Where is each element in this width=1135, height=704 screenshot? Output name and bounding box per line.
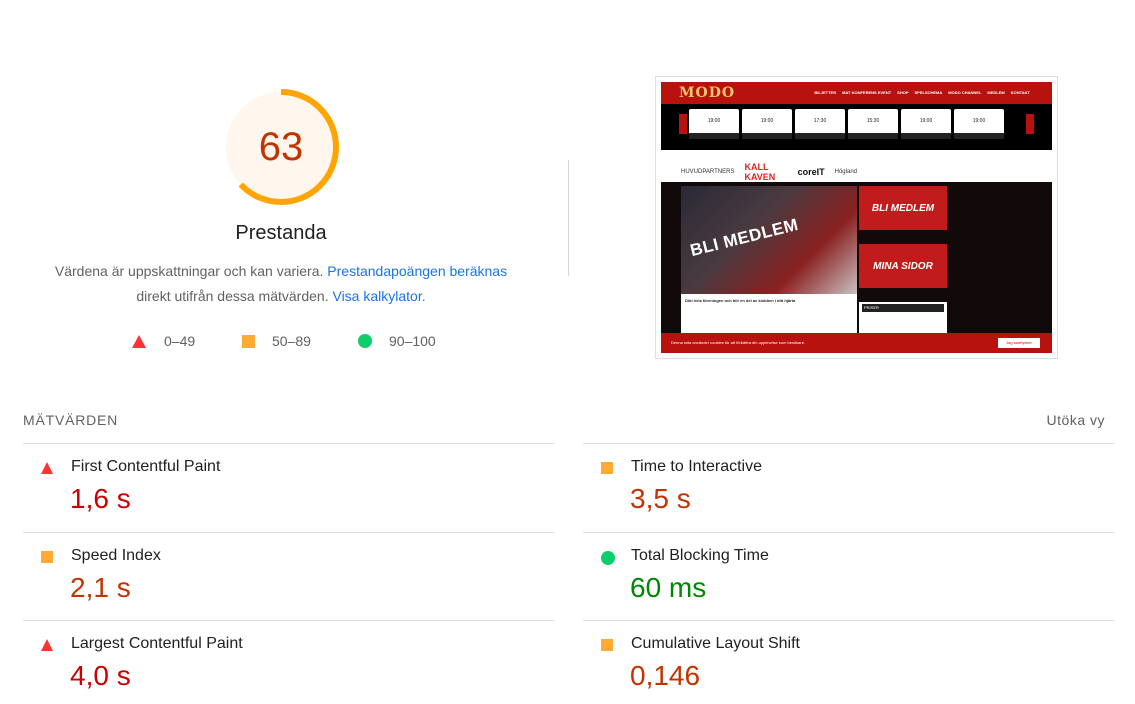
- description-text-2: direkt utifrån dessa mätvärden.: [136, 288, 329, 304]
- screenshot-hero: BLI MEDLEM BLI MEDLEM MINA SIDOR Dibl he…: [661, 182, 1052, 340]
- screenshot-nav: BILJETTER MAT KONFERENS EVENT SHOP SPELS…: [814, 90, 1030, 95]
- screenshot-game-card: 19:00: [954, 109, 1004, 139]
- average-square-icon: [242, 334, 255, 348]
- description-text-1: Värdena är uppskattningar och kan varier…: [54, 263, 324, 279]
- screenshot-cookie-bar: Denna sida använder cookies för att förb…: [661, 333, 1052, 353]
- score-description: Värdena är uppskattningar och kan varier…: [30, 259, 532, 309]
- page-screenshot[interactable]: MODO BILJETTER MAT KONFERENS EVENT SHOP …: [655, 76, 1058, 359]
- legend-average-label: 50–89: [272, 333, 311, 349]
- view-calculator-link[interactable]: Visa kalkylator.: [332, 288, 425, 304]
- metric-first-contentful-paint: First Contentful Paint 1,6 s: [23, 443, 555, 532]
- metrics-title: MÄTVÄRDEN: [23, 412, 119, 428]
- metric-largest-contentful-paint: Largest Contentful Paint 4,0 s: [23, 620, 555, 704]
- fail-triangle-icon: [41, 462, 53, 474]
- metric-value: 60 ms: [630, 571, 707, 603]
- score-title: Prestanda: [235, 222, 327, 244]
- score-gauge: 63: [222, 88, 340, 206]
- legend-pass-label: 90–100: [389, 333, 436, 349]
- metric-value: 4,0 s: [70, 660, 131, 691]
- metric-name: First Contentful Paint: [71, 458, 221, 475]
- expand-view-toggle[interactable]: Utöka vy: [1047, 412, 1105, 428]
- metric-value: 1,6 s: [70, 483, 131, 514]
- screenshot-nav-item: SPELSCHEMA: [914, 90, 943, 95]
- screenshot-cookie-button: Jag samtycker: [998, 338, 1040, 348]
- average-square-icon: [601, 639, 613, 651]
- screenshot-nav-item: MAT KONFERENS EVENT: [842, 90, 892, 95]
- screenshot-nav-item: MEDLEM: [987, 90, 1005, 95]
- score-value: 63: [258, 124, 304, 169]
- average-square-icon: [41, 550, 53, 563]
- screenshot-game-card: 19:00: [742, 109, 792, 139]
- screenshot-game-card: 17:30: [795, 109, 845, 139]
- screenshot-game-card: 15:30: [848, 109, 898, 139]
- score-legend: 0–49 50–89 90–100: [0, 332, 562, 350]
- metrics-column-left: First Contentful Paint 1,6 s Speed Index…: [23, 443, 555, 704]
- vertical-divider: [568, 160, 569, 276]
- metric-name: Largest Contentful Paint: [71, 635, 243, 652]
- metric-time-to-interactive: Time to Interactive 3,5 s: [583, 443, 1115, 532]
- screenshot-header: MODO BILJETTER MAT KONFERENS EVENT SHOP …: [661, 82, 1052, 104]
- screenshot-card-member: BLI MEDLEM: [859, 186, 947, 230]
- screenshot-logo: MODO: [679, 85, 736, 101]
- metric-name: Speed Index: [71, 546, 161, 564]
- legend-pass: 90–100: [358, 332, 436, 350]
- screenshot-nav-item: BILJETTER: [814, 90, 837, 95]
- screenshot-card-my-pages: MINA SIDOR: [859, 244, 947, 288]
- metric-name: Time to Interactive: [631, 458, 763, 475]
- screenshot-nav-item: MODO CHANNEL: [948, 90, 982, 95]
- pass-circle-icon: [601, 550, 615, 565]
- metrics-column-right: Time to Interactive 3,5 s Total Blocking…: [583, 443, 1115, 704]
- screenshot-game-card: 19:00: [689, 109, 739, 139]
- metric-name: Cumulative Layout Shift: [631, 635, 800, 652]
- metric-value: 2,1 s: [70, 571, 131, 603]
- legend-fail-label: 0–49: [164, 333, 196, 349]
- average-square-icon: [601, 462, 613, 474]
- screenshot-next-arrow: [1026, 114, 1034, 134]
- screenshot-game-strip: 19:00 19:00 17:30 15:30 19:00 19:00: [661, 104, 1052, 150]
- screenshot-canvas: MODO BILJETTER MAT KONFERENS EVENT SHOP …: [661, 82, 1052, 353]
- metric-cumulative-layout-shift: Cumulative Layout Shift 0,146: [583, 620, 1115, 704]
- metric-name: Total Blocking Time: [631, 546, 769, 564]
- fail-triangle-icon: [41, 639, 53, 651]
- screenshot-nav-item: KONTAKT: [1010, 90, 1030, 95]
- legend-fail: 0–49: [132, 332, 195, 350]
- metric-speed-index: Speed Index 2,1 s: [23, 531, 555, 621]
- legend-average: 50–89: [242, 332, 311, 350]
- fail-triangle-icon: [132, 334, 146, 348]
- screenshot-game-card: 19:00: [901, 109, 951, 139]
- metric-value: 3,5 s: [630, 483, 691, 514]
- score-calculation-link[interactable]: Prestandapoängen beräknas: [327, 263, 507, 279]
- pass-circle-icon: [358, 334, 372, 348]
- screenshot-nav-item: SHOP: [897, 90, 909, 95]
- screenshot-prev-arrow: [679, 114, 687, 134]
- screenshot-partners: HUVUDPARTNERS KALL KAVEN coreIT Högland: [681, 162, 857, 182]
- metric-value: 0,146: [630, 660, 701, 691]
- metric-total-blocking-time: Total Blocking Time 60 ms: [583, 531, 1115, 621]
